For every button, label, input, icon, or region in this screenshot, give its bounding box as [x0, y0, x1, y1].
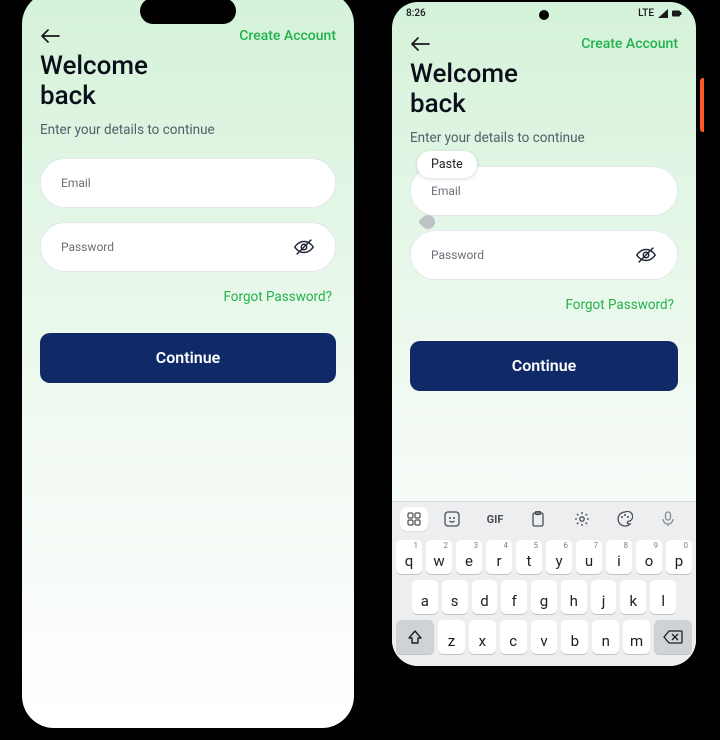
keyboard-grid-icon[interactable]: [400, 507, 428, 531]
key-e[interactable]: e3: [456, 540, 482, 574]
page-subtitle: Enter your details to continue: [410, 130, 678, 146]
key-y[interactable]: y6: [546, 540, 572, 574]
paste-menu[interactable]: Paste: [417, 151, 477, 178]
key-shift[interactable]: [396, 620, 434, 654]
page-title-line2: back: [40, 81, 96, 111]
key-k[interactable]: k: [620, 580, 646, 614]
soft-keyboard: GIF q1w2e3r4t5y6u7i8o9p0: [392, 501, 696, 666]
key-p[interactable]: p0: [666, 540, 692, 574]
keyboard-row-2: asdfghjkl: [396, 580, 692, 614]
title-block: Welcome back Enter your details to conti…: [392, 58, 696, 152]
title-block: Welcome back Enter your details to conti…: [22, 50, 354, 144]
key-q[interactable]: q1: [396, 540, 422, 574]
camera-punch-hole: [539, 10, 549, 20]
key-g[interactable]: g: [531, 580, 557, 614]
keyboard-clipboard-icon[interactable]: [519, 502, 558, 536]
page-subtitle: Enter your details to continue: [40, 122, 336, 138]
toggle-password-icon[interactable]: [293, 236, 315, 258]
key-l[interactable]: l: [650, 580, 676, 614]
key-j[interactable]: j: [591, 580, 617, 614]
keyboard-settings-icon[interactable]: [562, 502, 601, 536]
password-field-wrap[interactable]: [410, 230, 678, 280]
signal-icon: [658, 9, 668, 18]
back-arrow-icon[interactable]: [40, 29, 60, 43]
keyboard-theme-icon[interactable]: [605, 502, 644, 536]
password-field[interactable]: [431, 248, 635, 262]
email-field[interactable]: [431, 184, 657, 198]
device-android: 8:26 LTE Create Account: [384, 0, 704, 674]
key-t[interactable]: t5: [516, 540, 542, 574]
status-time: 8:26: [406, 8, 426, 19]
keyboard-gif-icon[interactable]: GIF: [475, 502, 514, 536]
forgot-password-link[interactable]: Forgot Password?: [223, 289, 332, 305]
forgot-row: Forgot Password?: [22, 286, 354, 305]
key-r[interactable]: r4: [486, 540, 512, 574]
login-form: Paste: [392, 152, 696, 280]
key-z[interactable]: z: [438, 620, 465, 654]
screen-ios: Create Account Welcome back Enter your d…: [22, 0, 354, 728]
forgot-password-link[interactable]: Forgot Password?: [565, 297, 674, 313]
key-f[interactable]: f: [501, 580, 527, 614]
password-field[interactable]: [61, 240, 293, 254]
screen-android: 8:26 LTE Create Account: [392, 2, 696, 666]
page-title-line2: back: [410, 89, 466, 119]
key-h[interactable]: h: [561, 580, 587, 614]
key-w[interactable]: w2: [426, 540, 452, 574]
forgot-row: Forgot Password?: [392, 294, 696, 313]
keyboard-mic-icon[interactable]: [649, 502, 688, 536]
key-b[interactable]: b: [561, 620, 588, 654]
key-i[interactable]: i8: [606, 540, 632, 574]
page-title: Welcome back: [410, 60, 678, 120]
key-u[interactable]: u7: [576, 540, 602, 574]
page-title-line1: Welcome: [410, 59, 518, 89]
key-v[interactable]: v: [531, 620, 558, 654]
dynamic-island: [140, 0, 236, 24]
key-n[interactable]: n: [592, 620, 619, 654]
keyboard-sticker-icon[interactable]: [432, 502, 471, 536]
page-title: Welcome back: [40, 52, 336, 112]
text-cursor-handle[interactable]: [418, 212, 438, 232]
battery-icon: [672, 9, 682, 18]
continue-button[interactable]: Continue: [410, 341, 678, 391]
key-o[interactable]: o9: [636, 540, 662, 574]
key-x[interactable]: x: [469, 620, 496, 654]
login-form: [22, 144, 354, 272]
key-m[interactable]: m: [623, 620, 650, 654]
page-title-line1: Welcome: [40, 51, 148, 81]
password-field-wrap[interactable]: [40, 222, 336, 272]
create-account-link[interactable]: Create Account: [239, 28, 336, 44]
create-account-link[interactable]: Create Account: [581, 36, 678, 52]
email-field-wrap[interactable]: Paste: [410, 166, 678, 216]
email-field[interactable]: [61, 176, 315, 190]
header: Create Account: [392, 24, 696, 58]
back-arrow-icon[interactable]: [410, 37, 430, 51]
keyboard-rows: q1w2e3r4t5y6u7i8o9p0 asdfghjkl zxcvbnm: [392, 536, 696, 666]
toggle-password-icon[interactable]: [635, 244, 657, 266]
key-s[interactable]: s: [442, 580, 468, 614]
device-ios: Create Account Welcome back Enter your d…: [10, 0, 366, 740]
key-c[interactable]: c: [500, 620, 527, 654]
keyboard-toolbar: GIF: [392, 502, 696, 536]
key-d[interactable]: d: [472, 580, 498, 614]
status-network-label: LTE: [638, 8, 654, 19]
key-backspace[interactable]: [654, 620, 692, 654]
email-field-wrap[interactable]: [40, 158, 336, 208]
continue-button[interactable]: Continue: [40, 333, 336, 383]
keyboard-row-1: q1w2e3r4t5y6u7i8o9p0: [396, 540, 692, 574]
keyboard-row-3: zxcvbnm: [396, 620, 692, 654]
side-accent: [700, 78, 704, 132]
key-a[interactable]: a: [412, 580, 438, 614]
